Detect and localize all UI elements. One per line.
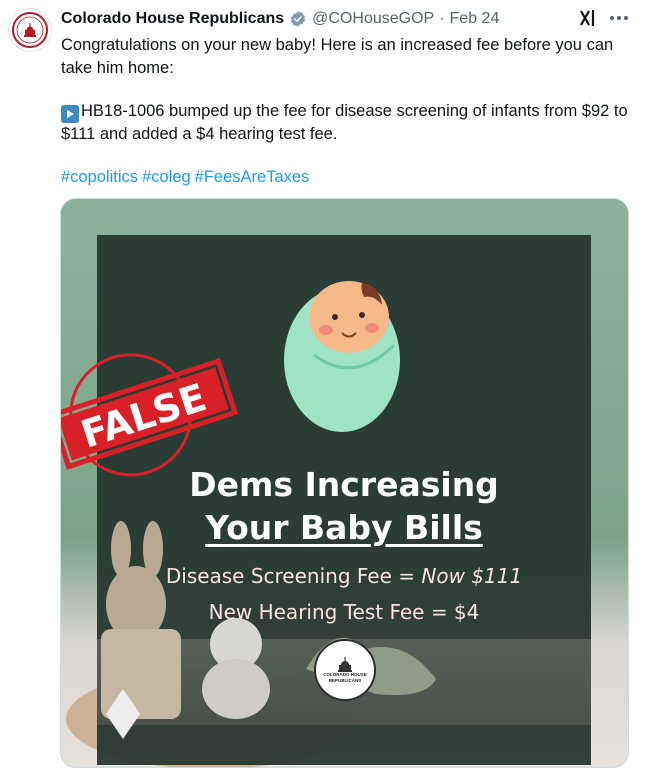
author-handle[interactable]: @COHouseGOP [312, 10, 434, 28]
play-button-emoji [61, 105, 79, 123]
hashtag-feesaretaxes[interactable]: #FeesAreTaxes [195, 168, 310, 186]
avatar[interactable] [8, 8, 52, 52]
tweet-text-line2: HB18-1006 bumped up the fee for disease … [61, 100, 636, 146]
fee-screening-value: Now $111 [421, 564, 523, 588]
separator-dot: · [439, 10, 445, 27]
logo-text: COLORADO HOUSE REPUBLICANS [323, 672, 367, 683]
more-dot [610, 16, 614, 20]
fee-line-hearing: New Hearing Test Fee = $4 [208, 600, 480, 624]
bill-text: HB18-1006 bumped up the fee for disease … [61, 102, 628, 143]
grok-icon[interactable] [578, 8, 598, 28]
tweet-body: Congratulations on your new baby! Here i… [61, 34, 636, 189]
tweet-text-line1: Congratulations on your new baby! Here i… [61, 36, 614, 77]
hashtag-copolitics[interactable]: #copolitics [61, 168, 138, 186]
more-options-icon[interactable] [608, 8, 630, 28]
false-stamp: FALSE [61, 353, 239, 477]
capitol-logo-icon [12, 12, 48, 48]
baby-illustration [284, 281, 400, 432]
tweet-date[interactable]: Feb 24 [450, 10, 500, 28]
hashtag-coleg[interactable]: #coleg [142, 168, 191, 186]
more-dot [624, 16, 628, 20]
tweet-image[interactable]: Dems Increasing Your Baby Bills Disease … [60, 198, 629, 768]
more-dot [617, 16, 621, 20]
verified-badge-icon[interactable] [289, 10, 307, 28]
author-name[interactable]: Colorado House Republicans [61, 10, 284, 28]
fee-line-screening: Disease Screening Fee = Now $111 [97, 564, 591, 588]
capitol-dome-icon [338, 657, 352, 672]
hashtags: #copolitics #coleg #FeesAreTaxes [61, 166, 636, 189]
house-republicans-logo: COLORADO HOUSE REPUBLICANS [314, 639, 376, 701]
tweet-header: Colorado House Republicans @COHouseGOP ·… [61, 8, 499, 30]
fee-screening-label: Disease Screening Fee = [165, 564, 422, 588]
image-headline-line2: Your Baby Bills [205, 508, 483, 547]
